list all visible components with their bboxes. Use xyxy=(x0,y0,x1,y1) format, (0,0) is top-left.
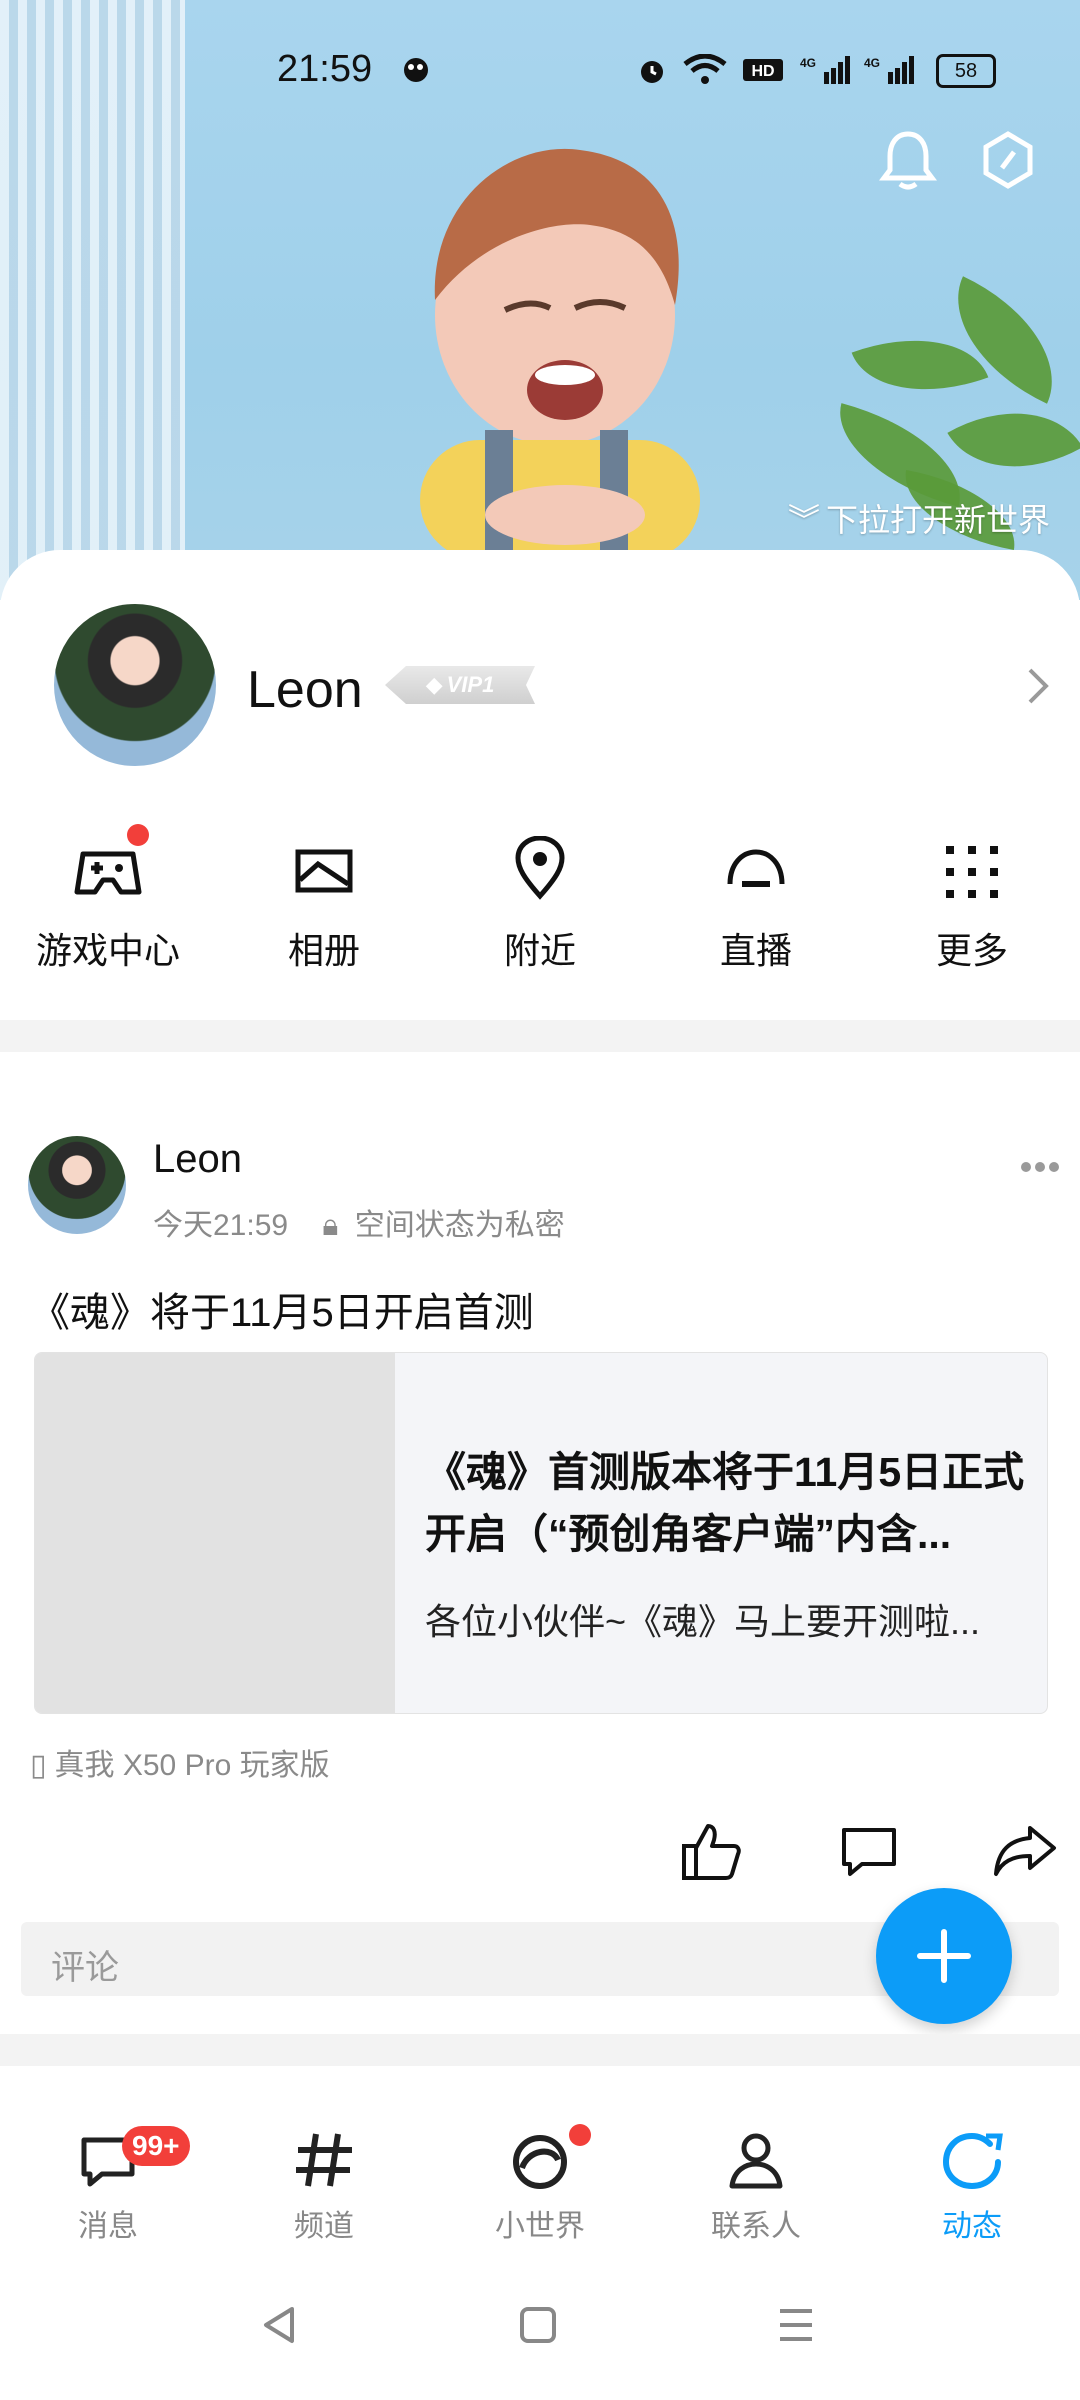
nav-messages[interactable]: 消息 99+ xyxy=(18,2126,198,2245)
bell-icon[interactable] xyxy=(878,128,938,192)
more-grid-icon xyxy=(892,830,1052,900)
plant-leaf xyxy=(947,377,1080,503)
wifi-icon xyxy=(683,54,727,84)
vip-badge[interactable]: ◆ VIP1 xyxy=(385,666,535,704)
add-post-fab[interactable] xyxy=(876,1888,1012,2024)
chevron-right-icon[interactable] xyxy=(1026,666,1050,706)
card-description: 各位小伙伴~《魂》马上要开测啦... xyxy=(425,1601,981,1642)
sheet-top-curve xyxy=(0,550,1080,600)
cartoon-character-illustration xyxy=(420,148,700,550)
feature-album[interactable]: 相册 xyxy=(244,830,404,974)
feature-more[interactable]: 更多 xyxy=(892,830,1052,974)
nav-small-world[interactable]: 小世界 xyxy=(450,2124,630,2245)
post-privacy: 空间状态为私密 xyxy=(354,1209,565,1242)
phone-icon: ▯ xyxy=(30,1749,47,1782)
app-notification-icon xyxy=(404,58,428,82)
share-icon[interactable] xyxy=(992,1820,1058,1882)
shared-link-card[interactable]: 《魂》首测版本将于11月5日正式开启（“预创角客户端”内含... 各位小伙伴~《… xyxy=(34,1352,1048,1714)
feature-live[interactable]: 直播 xyxy=(676,830,836,974)
gamepad-icon xyxy=(28,830,188,900)
status-bar: 21:59 HD 4G 4G 58 xyxy=(0,0,1080,140)
unread-badge: 99+ xyxy=(122,2126,190,2166)
svg-text:4G: 4G xyxy=(800,56,816,70)
svg-text:HD: HD xyxy=(751,63,774,80)
like-thumb-icon[interactable] xyxy=(680,1820,742,1882)
location-pin-icon xyxy=(460,830,620,900)
profile-avatar[interactable] xyxy=(54,604,216,766)
album-icon xyxy=(244,830,404,900)
hd-icon: HD xyxy=(743,59,783,81)
system-home-icon[interactable] xyxy=(518,2305,558,2345)
small-world-icon xyxy=(513,2135,567,2189)
contacts-icon xyxy=(729,2133,783,2189)
diamond-icon: ◆ xyxy=(425,672,443,697)
feature-nearby[interactable]: 附近 xyxy=(460,830,620,974)
notification-dot xyxy=(127,824,149,846)
post-author-name[interactable]: Leon xyxy=(153,1137,242,1182)
chevrons-down-icon: ︾ xyxy=(787,502,820,538)
notification-dot xyxy=(569,2124,591,2146)
system-menu-icon[interactable] xyxy=(776,2305,816,2345)
section-divider xyxy=(0,1020,1080,1052)
device-source: ▯ 真我 X50 Pro 玩家版 xyxy=(30,1749,330,1782)
post-time: 今天21:59 xyxy=(153,1209,289,1242)
nav-contacts[interactable]: 联系人 xyxy=(666,2130,846,2245)
alarm-icon xyxy=(641,61,663,83)
battery-icon: 58 xyxy=(936,54,996,88)
signal-4g-icon: 4G xyxy=(800,56,850,84)
svg-text:4G: 4G xyxy=(864,56,880,70)
card-title: 《魂》首测版本将于11月5日正式开启（“预创角客户端”内含... xyxy=(425,1449,1025,1557)
live-icon xyxy=(676,830,836,900)
profile-name[interactable]: Leon xyxy=(247,660,363,720)
post-meta: 今天21:59 🔒︎ 空间状态为私密 xyxy=(153,1200,565,1244)
section-divider xyxy=(0,2034,1080,2066)
nav-channels[interactable]: 频道 xyxy=(234,2130,414,2245)
lock-icon: 🔒︎ xyxy=(322,1209,339,1242)
signal-4g-icon-2: 4G xyxy=(864,56,914,84)
plus-icon xyxy=(917,1929,971,1983)
comment-icon[interactable] xyxy=(838,1820,900,1882)
post-author-avatar[interactable] xyxy=(28,1136,126,1234)
post-text: 《魂》将于11月5日开启首测 xyxy=(30,1291,534,1335)
nav-feed[interactable]: 动态 xyxy=(882,2130,1062,2245)
status-time: 21:59 xyxy=(277,48,373,90)
more-options-icon[interactable] xyxy=(1020,1160,1060,1174)
hashtag-icon xyxy=(296,2133,352,2187)
feature-game-center[interactable]: 游戏中心 xyxy=(28,824,188,974)
system-back-icon[interactable] xyxy=(260,2305,300,2345)
feed-refresh-icon xyxy=(942,2132,1003,2190)
pull-down-caption: ︾ 下拉打开新世界 xyxy=(787,502,1050,538)
settings-hex-icon[interactable] xyxy=(978,128,1038,192)
card-thumbnail xyxy=(35,1353,395,1713)
